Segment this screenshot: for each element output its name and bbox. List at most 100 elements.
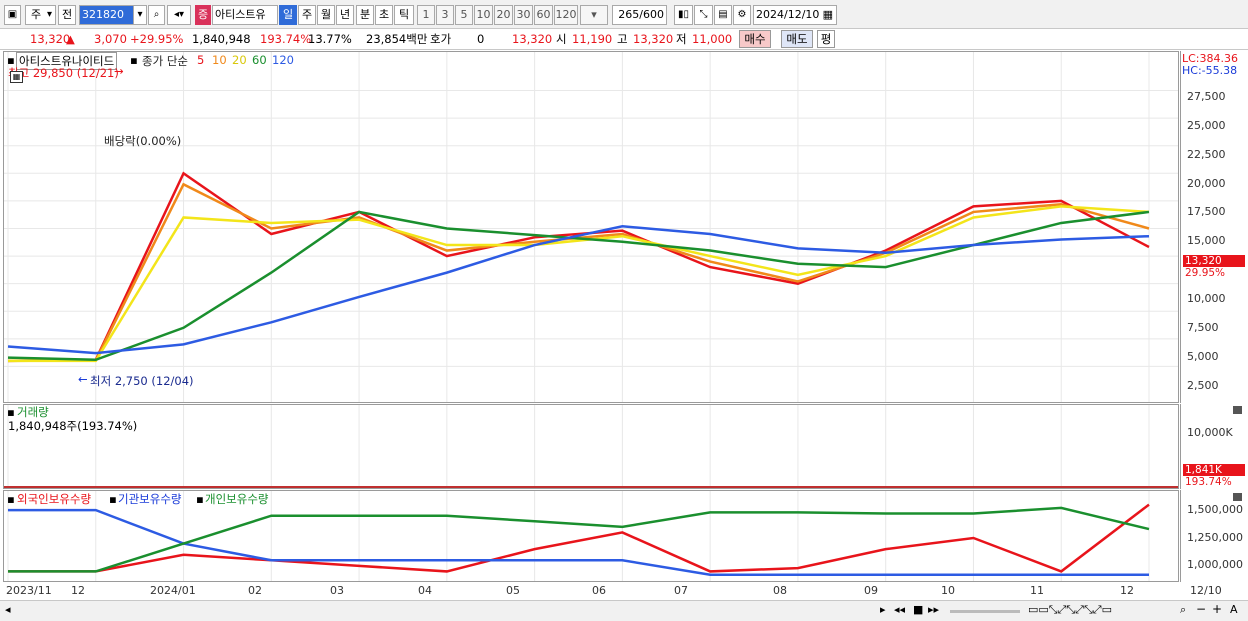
ma-line-5: [7, 171, 1150, 363]
font-size-icon[interactable]: A: [1230, 603, 1238, 616]
buy-button[interactable]: 매수: [739, 30, 771, 48]
close-icon[interactable]: [1233, 406, 1242, 414]
custom-interval-select[interactable]: ▾: [580, 5, 608, 25]
price-tag: 13,320: [1183, 255, 1245, 267]
y-tick-5000: 5,000: [1187, 350, 1219, 363]
hoga-label: 호가: [430, 32, 452, 46]
tab-period-tick[interactable]: 틱: [394, 5, 414, 25]
plus-icon[interactable]: +: [1212, 602, 1222, 616]
x-tick-04: 04: [418, 584, 432, 597]
calendar-icon[interactable]: ▦: [823, 6, 833, 24]
hold-y-tick-1250000: 1,250,000: [1187, 531, 1243, 544]
low-note: 최저 2,750 (12/04): [90, 374, 194, 388]
tab-period-day[interactable]: 일: [279, 5, 297, 25]
sell-button[interactable]: 매도: [781, 30, 813, 48]
tab-period-month[interactable]: 월: [317, 5, 335, 25]
search-icon[interactable]: ⌕: [148, 5, 165, 25]
interval-60[interactable]: 60: [534, 5, 553, 25]
price-chart-svg: [4, 52, 1178, 402]
x-tick-11: 11: [1030, 584, 1044, 597]
stock-code-input[interactable]: 321820: [79, 5, 135, 25]
panel-menu-icon[interactable]: ▪: [7, 492, 15, 506]
interval-20[interactable]: 20: [494, 5, 513, 25]
prev-button[interactable]: 전: [58, 5, 76, 25]
x-tick-05: 05: [506, 584, 520, 597]
interval-1[interactable]: 1: [417, 5, 435, 25]
interval-3[interactable]: 3: [436, 5, 454, 25]
interval-120[interactable]: 120: [554, 5, 578, 25]
hoga-value: 0: [477, 32, 485, 46]
panel-menu-icon[interactable]: ▪: [109, 492, 117, 506]
window-icon[interactable]: ▣: [4, 5, 21, 25]
gear-icon[interactable]: ⚙: [733, 5, 751, 25]
tools-icon[interactable]: ▭▭⤡⤢⤡⤢⤡⤢▭: [1028, 603, 1112, 617]
forward-icon[interactable]: ▸▸: [928, 603, 939, 616]
stop-icon[interactable]: ■: [913, 603, 923, 616]
x-tick-08: 08: [773, 584, 787, 597]
open-label: 시: [556, 32, 567, 46]
y-tick-22500: 22,500: [1187, 148, 1226, 161]
close-icon[interactable]: [1233, 493, 1242, 501]
speaker-icon[interactable]: ◂▾: [167, 5, 191, 25]
quote-price: 13,320: [30, 32, 71, 46]
dividend-note: 배당락(0.00%): [104, 134, 182, 148]
x-tick-2024-01: 2024/01: [150, 584, 196, 597]
quote-amount: 23,854백만: [366, 32, 428, 46]
y-tick-20000: 20,000: [1187, 177, 1226, 190]
layout-icon[interactable]: ▦: [10, 71, 23, 83]
trend-icon[interactable]: ⤡: [694, 5, 713, 25]
quote-current: 13,320: [512, 32, 553, 46]
price-chart-panel[interactable]: [3, 51, 1179, 403]
low-arrow-icon: ←: [78, 372, 88, 386]
ma120-label: 120: [272, 53, 294, 67]
stock-name-field[interactable]: 아티스트유: [212, 5, 278, 25]
holding-line-1: [8, 508, 1149, 577]
x-tick-06: 06: [592, 584, 606, 597]
candle-icon[interactable]: ▮▯: [674, 5, 693, 25]
interval-30[interactable]: 30: [514, 5, 533, 25]
panel-menu-icon[interactable]: ▪: [196, 492, 204, 506]
volume-chart-panel[interactable]: [3, 404, 1179, 489]
count-field[interactable]: 265/600: [612, 5, 667, 25]
high-label: 고: [617, 32, 628, 46]
y-tick-17500: 17,500: [1187, 205, 1226, 218]
interval-5[interactable]: 5: [455, 5, 473, 25]
quote-volume: 1,840,948: [192, 32, 251, 46]
bottom-scrollbar[interactable]: ◂ ▸ ◂◂ ■ ▸▸ ▭▭⤡⤢⤡⤢⤡⤢▭ ⌕ − + A: [0, 600, 1248, 621]
high-arrow-icon: →: [114, 64, 124, 78]
x-tick-current: 12/10: [1190, 584, 1222, 597]
chevron-down-icon[interactable]: ▾: [133, 5, 147, 25]
quote-high: 13,320: [633, 32, 674, 46]
minus-icon[interactable]: −: [1196, 602, 1206, 616]
chevron-down-icon[interactable]: ▾: [44, 5, 56, 25]
date-field[interactable]: 2024/12/10 ▦: [753, 5, 837, 25]
quote-change-pct: +29.95%: [130, 32, 184, 46]
legend-foreign: 외국인보유수량: [17, 492, 92, 506]
avg-button[interactable]: 평: [817, 30, 835, 48]
zoom-icon[interactable]: ⌕: [1180, 603, 1186, 617]
quote-open: 11,190: [572, 32, 613, 46]
pct-tag: 29.95%: [1183, 267, 1245, 279]
ma5-label: 5: [197, 53, 205, 67]
panel-menu-icon[interactable]: ▪: [7, 405, 15, 419]
quote-change: 3,070: [94, 32, 127, 46]
tab-period-minute[interactable]: 분: [356, 5, 374, 25]
hold-y-tick-1000000: 1,000,000: [1187, 558, 1243, 571]
save-icon[interactable]: ▤: [714, 5, 732, 25]
play-icon[interactable]: ▸: [880, 603, 886, 616]
vol-y-tick: 10,000K: [1187, 426, 1233, 439]
tab-period-year[interactable]: 년: [336, 5, 354, 25]
interval-10[interactable]: 10: [474, 5, 493, 25]
count-total: /600: [639, 8, 664, 21]
x-tick-02: 02: [248, 584, 262, 597]
rewind-icon[interactable]: ◂◂: [894, 603, 905, 616]
panel-menu-icon[interactable]: ▪: [130, 53, 138, 67]
y-tick-27500: 27,500: [1187, 90, 1226, 103]
tab-period-week[interactable]: 주: [298, 5, 316, 25]
x-tick-12: 12: [71, 584, 85, 597]
scroll-left-icon[interactable]: ◂: [5, 603, 11, 616]
count-value: 265: [618, 8, 640, 21]
tab-period-second[interactable]: 초: [375, 5, 393, 25]
zoom-slider[interactable]: [950, 610, 1020, 613]
y-tick-15000: 15,000: [1187, 234, 1226, 247]
